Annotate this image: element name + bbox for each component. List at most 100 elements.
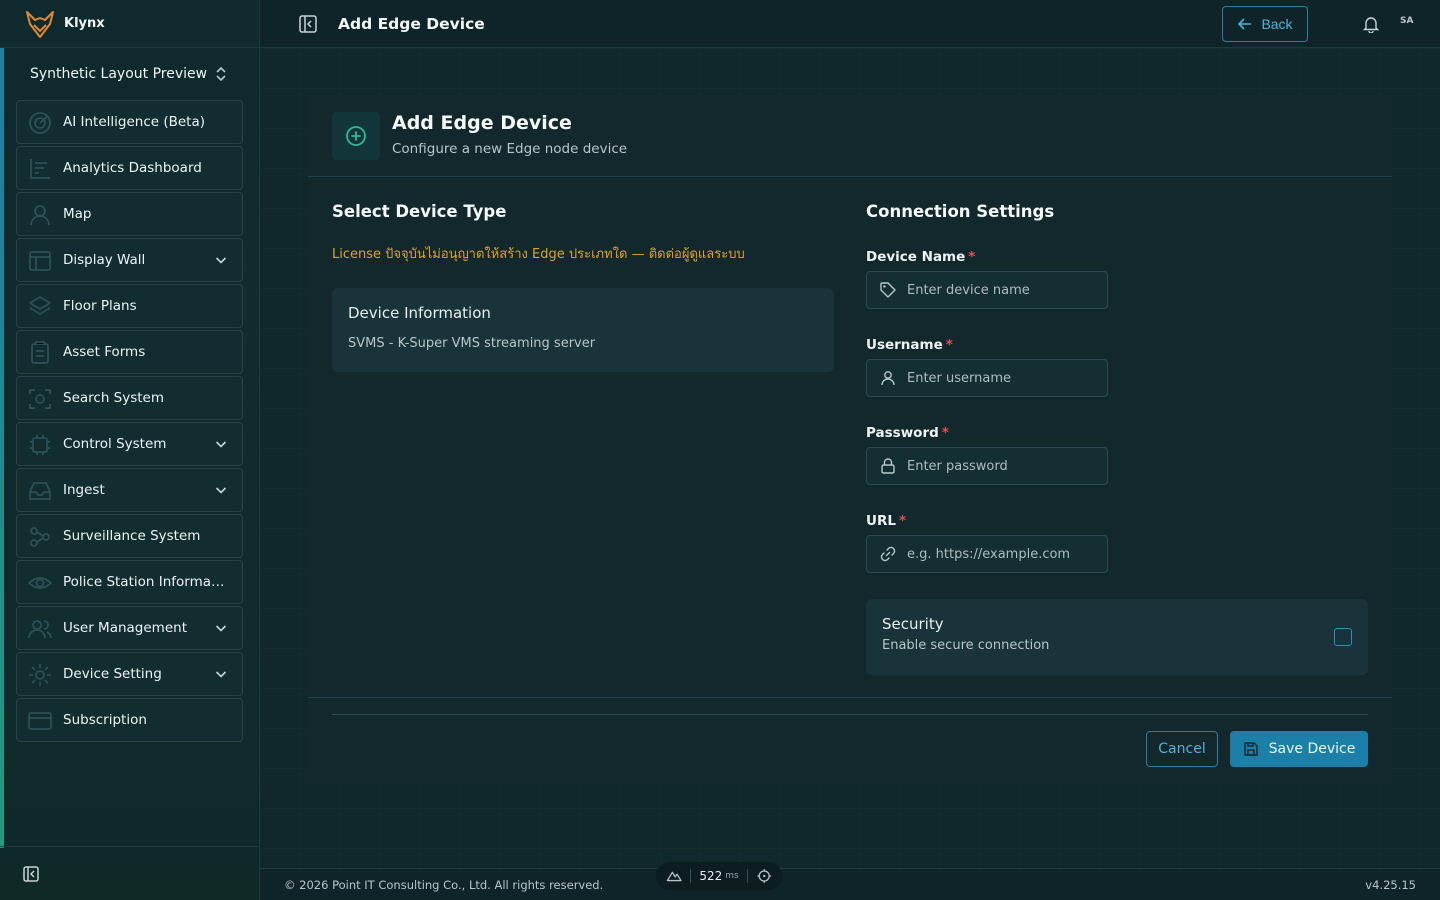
- back-button[interactable]: Back: [1222, 6, 1308, 42]
- chevron-down-icon[interactable]: [214, 437, 228, 451]
- url-label-text: URL: [866, 513, 896, 529]
- device-name-input[interactable]: [907, 282, 1097, 298]
- sidebar-item-label: Police Station Informati...: [63, 574, 228, 590]
- avatar[interactable]: SA: [1400, 16, 1413, 26]
- security-checkbox[interactable]: [1334, 628, 1352, 646]
- device-name-label-text: Device Name: [866, 249, 966, 265]
- fox-logo-icon: [26, 10, 54, 38]
- plus-badge: [332, 112, 380, 160]
- mountain-logo-icon: [666, 871, 682, 882]
- device-information-title: Device Information: [348, 304, 491, 322]
- clipboard-icon: [31, 341, 49, 364]
- sidebar-item-control-system[interactable]: Control System: [16, 422, 243, 466]
- crosshair-icon[interactable]: [756, 867, 772, 885]
- security-option: Security Enable secure connection: [866, 599, 1368, 675]
- gear-icon: [29, 664, 51, 686]
- required-mark: *: [968, 249, 976, 265]
- sidebar-item-display-wall[interactable]: Display Wall: [16, 238, 243, 282]
- save-device-button[interactable]: Save Device: [1230, 731, 1368, 767]
- username-label-text: Username: [866, 337, 943, 353]
- user-pin-icon: [30, 205, 50, 226]
- chevron-down-icon[interactable]: [214, 667, 228, 681]
- sidebar-item-label: Device Setting: [63, 666, 162, 682]
- sidebar-item-label: AI Intelligence (Beta): [63, 114, 206, 130]
- username-input[interactable]: [907, 370, 1097, 386]
- bell-icon[interactable]: [1362, 15, 1380, 33]
- sidebar-item-search-system[interactable]: Search System: [16, 376, 243, 420]
- chevron-down-icon[interactable]: [214, 253, 228, 267]
- sidebar-item-label: Analytics Dashboard: [63, 160, 202, 176]
- network-icon: [30, 527, 50, 547]
- device-type-section: Select Device Type License ปัจจุบันไม่อน…: [332, 202, 834, 372]
- workspace-switcher[interactable]: Synthetic Layout Preview: [0, 48, 259, 100]
- brand-name: Klynx: [64, 16, 105, 31]
- device-name-field: Device Name *: [866, 249, 1368, 309]
- device-type-title: Select Device Type: [332, 202, 507, 221]
- main-content: Add Edge Device Configure a new Edge nod…: [260, 48, 1440, 868]
- page-title: Add Edge Device: [338, 14, 485, 33]
- url-label: URL *: [866, 513, 1368, 529]
- chevron-down-icon[interactable]: [214, 483, 228, 497]
- device-name-label: Device Name *: [866, 249, 1368, 265]
- radar-icon: [29, 112, 51, 134]
- chevrons-up-down-icon: [216, 66, 226, 82]
- sidebar-item-floor-plans[interactable]: Floor Plans: [16, 284, 243, 328]
- required-mark: *: [945, 337, 953, 353]
- link-icon: [880, 546, 896, 562]
- device-information-box: Device Information SVMS - K-Super VMS st…: [332, 288, 834, 372]
- sidebar-item-label: User Management: [63, 620, 187, 636]
- sidebar-item-asset-forms[interactable]: Asset Forms: [16, 330, 243, 374]
- sidebar-toggle-icon[interactable]: [298, 14, 318, 34]
- username-input-wrap: [866, 359, 1108, 397]
- cancel-button[interactable]: Cancel: [1146, 731, 1218, 767]
- separator: [746, 869, 748, 883]
- sidebar-item-label: Ingest: [63, 482, 105, 498]
- sidebar-item-user-management[interactable]: User Management: [16, 606, 243, 650]
- save-icon: [1243, 742, 1258, 756]
- password-label: Password *: [866, 425, 1368, 441]
- sidebar-item-label: Subscription: [63, 712, 147, 728]
- sidebar-collapse-icon[interactable]: [22, 865, 40, 883]
- chart-icon: [30, 159, 50, 179]
- sidebar-item-ingest[interactable]: Ingest: [16, 468, 243, 512]
- sidebar-item-label: Map: [63, 206, 92, 222]
- sidebar-item-device-setting[interactable]: Device Setting: [16, 652, 243, 696]
- device-name-input-wrap: [866, 271, 1108, 309]
- sidebar-item-label: Search System: [63, 390, 165, 406]
- sidebar-item-map[interactable]: Map: [16, 192, 243, 236]
- password-input-wrap: [866, 447, 1108, 485]
- sidebar-nav: AI Intelligence (Beta) Analytics Dashboar…: [0, 100, 259, 742]
- sidebar-item-surveillance-system[interactable]: Surveillance System: [16, 514, 243, 558]
- users-icon: [28, 620, 52, 639]
- url-input[interactable]: [907, 546, 1097, 562]
- sidebar-item-subscription[interactable]: Subscription: [16, 698, 243, 742]
- sidebar-item-label: Asset Forms: [63, 344, 146, 360]
- sidebar-item-label: Floor Plans: [63, 298, 137, 314]
- sidebar-item-analytics-dashboard[interactable]: Analytics Dashboard: [16, 146, 243, 190]
- version-text: v4.25.15: [1365, 877, 1416, 892]
- performance-indicator[interactable]: 522 ms: [656, 862, 782, 890]
- sidebar-item-police-station-informati[interactable]: Police Station Informati...: [16, 560, 243, 604]
- chevron-down-icon[interactable]: [214, 621, 228, 635]
- top-header: Add Edge Device Back SA: [260, 0, 1440, 48]
- latency-value: 522: [699, 869, 723, 883]
- sidebar-item-ai-intelligence-beta[interactable]: AI Intelligence (Beta): [16, 100, 243, 144]
- required-mark: *: [941, 425, 949, 441]
- user-icon: [881, 371, 895, 386]
- sidebar-item-label: Control System: [63, 436, 167, 452]
- lock-icon: [881, 458, 895, 474]
- workspace-name: Synthetic Layout Preview: [30, 66, 208, 82]
- security-description: Enable secure connection: [882, 638, 1050, 653]
- url-input-wrap: [866, 535, 1108, 573]
- back-label: Back: [1261, 16, 1293, 32]
- brand[interactable]: Klynx: [0, 0, 259, 48]
- inbox-icon: [29, 482, 51, 500]
- eye-icon: [27, 577, 53, 589]
- password-input[interactable]: [907, 458, 1097, 474]
- add-device-card: Add Edge Device Configure a new Edge nod…: [308, 96, 1392, 783]
- tag-icon: [880, 282, 896, 298]
- card-header: Add Edge Device Configure a new Edge nod…: [308, 96, 1392, 177]
- required-mark: *: [898, 513, 907, 529]
- device-information-text: SVMS - K-Super VMS streaming server: [348, 336, 596, 351]
- app-footer: © 2026 Point IT Consulting Co., Ltd. All…: [260, 868, 1440, 900]
